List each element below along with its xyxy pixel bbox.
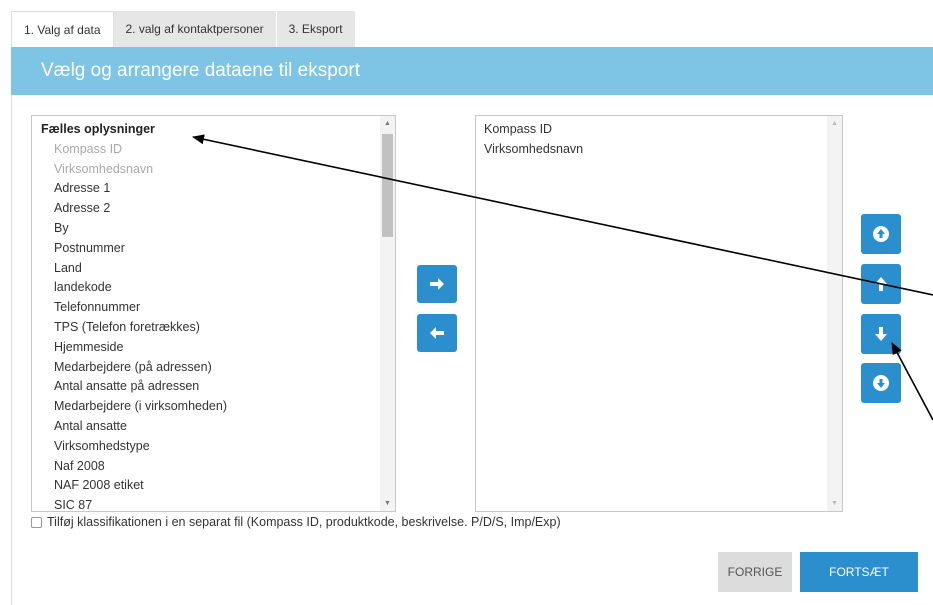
- scroll-thumb[interactable]: [382, 134, 393, 237]
- available-fields-list[interactable]: Fælles oplysninger Kompass ID Virksomhedsn…: [31, 115, 396, 512]
- page-title: Vælg og arrangere dataene til eksport: [41, 60, 360, 81]
- available-fields-scrollbar[interactable]: ▲ ▼: [380, 116, 395, 511]
- list-item[interactable]: Medarbejdere (i virksomheden): [32, 397, 380, 417]
- arrow-down-icon: [875, 327, 887, 341]
- list-item[interactable]: Medarbejdere (på adressen): [32, 358, 380, 378]
- list-item[interactable]: Naf 2008: [32, 457, 380, 477]
- section-header: Vælg og arrangere dataene til eksport: [11, 47, 933, 95]
- selected-fields-items: Kompass ID Virksomhedsnavn: [476, 120, 827, 160]
- list-group-header[interactable]: Fælles oplysninger: [32, 120, 380, 140]
- list-item[interactable]: Virksomhedsnavn: [32, 160, 380, 180]
- move-up-button[interactable]: [861, 264, 901, 304]
- list-item[interactable]: Adresse 2: [32, 199, 380, 219]
- list-item[interactable]: Adresse 1: [32, 179, 380, 199]
- arrow-up-icon: [875, 277, 887, 291]
- tab-valg-af-data[interactable]: 1. Valg af data: [11, 11, 114, 47]
- list-item[interactable]: Telefonnummer: [32, 298, 380, 318]
- tab-bar: 1. Valg af data 2. valg af kontaktperson…: [11, 11, 356, 47]
- selected-fields-scrollbar[interactable]: ▲ ▼: [827, 116, 842, 511]
- list-item[interactable]: Kompass ID: [476, 120, 827, 140]
- list-item[interactable]: SIC 87: [32, 496, 380, 511]
- arrow-left-icon: [430, 327, 444, 339]
- list-item[interactable]: Antal ansatte på adressen: [32, 377, 380, 397]
- selected-fields-list[interactable]: Kompass ID Virksomhedsnavn ▲ ▼: [475, 115, 843, 512]
- scroll-down-icon[interactable]: ▼: [827, 496, 842, 511]
- separate-file-option: Tilføj klassifikationen i en separat fil…: [31, 515, 561, 529]
- list-item[interactable]: Postnummer: [32, 239, 380, 259]
- arrow-right-icon: [430, 278, 444, 290]
- list-item[interactable]: Kompass ID: [32, 140, 380, 160]
- continue-button[interactable]: FORTSÆT: [800, 552, 918, 592]
- separate-file-checkbox[interactable]: [31, 516, 42, 528]
- move-top-button[interactable]: [861, 214, 901, 254]
- move-right-button[interactable]: [417, 265, 457, 303]
- scroll-up-icon[interactable]: ▲: [827, 116, 842, 131]
- previous-button[interactable]: FORRIGE: [718, 552, 792, 592]
- scroll-down-icon[interactable]: ▼: [380, 496, 395, 511]
- separate-file-label: Tilføj klassifikationen i en separat fil…: [47, 515, 561, 529]
- list-item[interactable]: Virksomhedstype: [32, 437, 380, 457]
- list-item[interactable]: Antal ansatte: [32, 417, 380, 437]
- list-item[interactable]: NAF 2008 etiket: [32, 476, 380, 496]
- list-item[interactable]: landekode: [32, 278, 380, 298]
- available-fields-items: Fælles oplysninger Kompass ID Virksomhedsn…: [32, 116, 380, 511]
- list-item[interactable]: Land: [32, 259, 380, 279]
- tab-kontaktpersoner[interactable]: 2. valg af kontaktpersoner: [113, 11, 277, 47]
- arrow-circle-down-icon: [873, 375, 889, 391]
- tab-eksport[interactable]: 3. Eksport: [276, 11, 356, 47]
- arrow-circle-up-icon: [873, 226, 889, 242]
- move-down-button[interactable]: [861, 314, 901, 354]
- list-item[interactable]: By: [32, 219, 380, 239]
- list-item[interactable]: Hjemmeside: [32, 338, 380, 358]
- list-item[interactable]: Virksomhedsnavn: [476, 140, 827, 160]
- move-bottom-button[interactable]: [861, 363, 901, 403]
- list-item[interactable]: TPS (Telefon foretrækkes): [32, 318, 380, 338]
- move-left-button[interactable]: [417, 314, 457, 352]
- scroll-up-icon[interactable]: ▲: [380, 116, 395, 131]
